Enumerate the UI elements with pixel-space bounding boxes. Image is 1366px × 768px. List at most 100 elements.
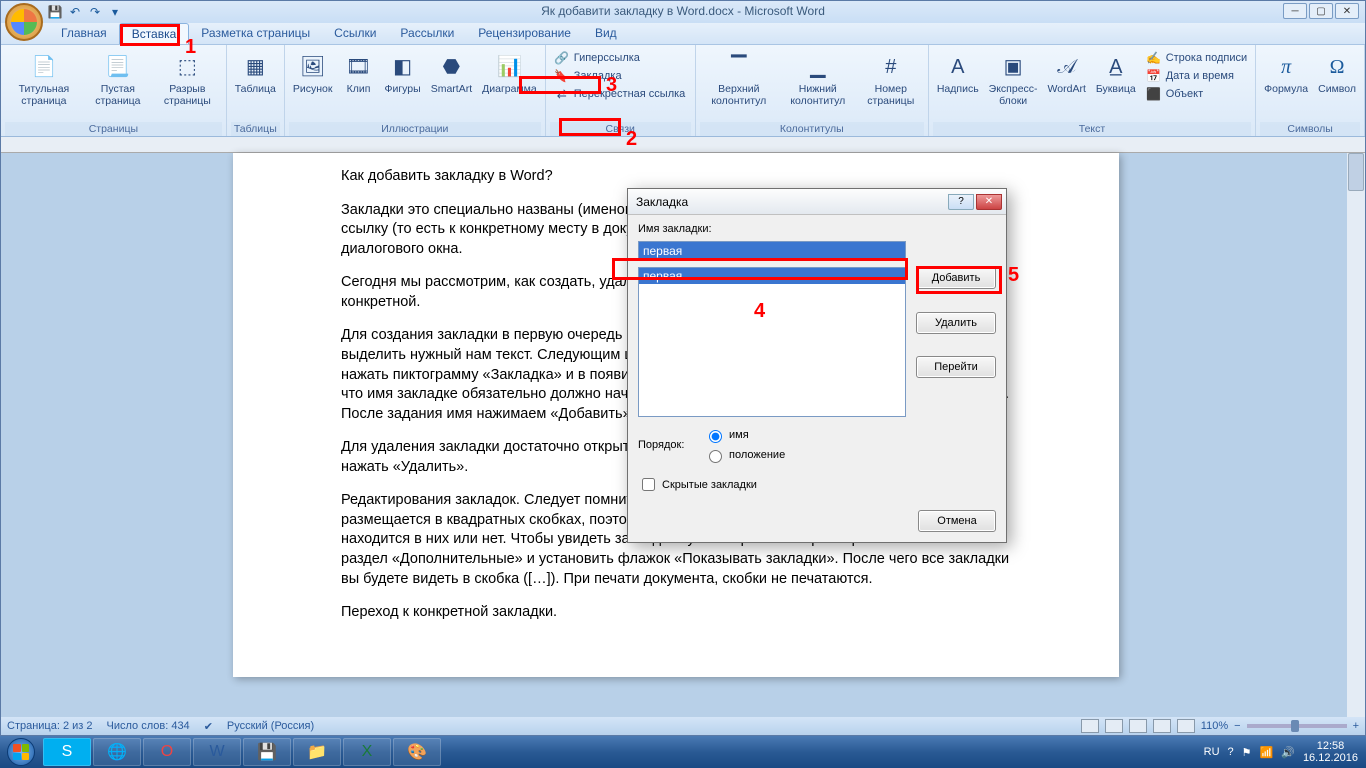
tab-review[interactable]: Рецензирование [466,23,583,44]
group-links-label: Связи [550,122,691,136]
redo-icon[interactable]: ↷ [87,4,103,20]
status-proof-icon[interactable]: ✔ [204,720,213,733]
tab-home[interactable]: Главная [49,23,119,44]
view-draft[interactable] [1177,719,1195,733]
horizontal-ruler[interactable] [1,137,1365,153]
group-symbols-label: Символы [1260,122,1360,136]
signature-button[interactable]: ✍Строка подписи [1142,49,1251,67]
picture-button[interactable]: 🖼Рисунок [289,49,337,98]
table-button[interactable]: ▦Таблица [231,49,280,98]
tray-flag-icon[interactable]: ⚑ [1242,746,1252,759]
zoom-handle[interactable] [1291,720,1299,732]
cross-ref-button[interactable]: ⇄Перекрестная ссылка [550,85,691,103]
goto-button[interactable]: Перейти [916,356,996,378]
smartart-button[interactable]: ⬣SmartArt [427,49,476,98]
view-outline[interactable] [1153,719,1171,733]
taskbar-paint[interactable]: 🎨 [393,738,441,766]
office-button[interactable] [5,3,43,41]
cancel-button[interactable]: Отмена [918,510,996,532]
object-button[interactable]: ⬛Объект [1142,85,1251,103]
taskbar-explorer[interactable]: 📁 [293,738,341,766]
annotation-label-3: 3 [606,74,617,97]
clip-button[interactable]: 🎞Клип [339,49,379,98]
taskbar-save[interactable]: 💾 [243,738,291,766]
tray-volume-icon[interactable]: 🔊 [1281,746,1295,759]
datetime-button[interactable]: 📅Дата и время [1142,67,1251,85]
textbox-icon: A [942,51,974,83]
taskbar: S 🌐 O W 💾 📁 X 🎨 RU ? ⚑ 📶 🔊 12:5816.12.20… [0,736,1366,768]
footer-button[interactable]: ▁Нижний колонтитул [780,49,856,109]
hidden-bookmarks-check[interactable]: Скрытые закладки [638,473,996,496]
equation-button[interactable]: πФормула [1260,49,1312,98]
radio-position[interactable] [709,450,722,463]
wordart-button[interactable]: 𝒜WordArt [1044,49,1090,98]
dialog-title: Закладка [636,195,688,209]
view-web-layout[interactable] [1129,719,1147,733]
status-page[interactable]: Страница: 2 из 2 [7,720,93,733]
tray-help-icon[interactable]: ? [1228,746,1234,758]
cover-page-button[interactable]: 📄Титульная страница [5,49,83,109]
start-button[interactable] [0,736,42,768]
save-icon[interactable]: 💾 [47,4,63,20]
bookmark-name-input[interactable] [638,241,906,261]
group-symbols: πФормула ΩСимвол Символы [1256,45,1365,136]
list-item[interactable]: первая [639,268,905,284]
shapes-button[interactable]: ◧Фигуры [381,49,425,98]
dropcap-button[interactable]: A̲Буквица [1092,49,1140,98]
tray-clock[interactable]: 12:5816.12.2016 [1303,740,1358,764]
view-full-screen[interactable] [1105,719,1123,733]
bookmark-button[interactable]: 🔖Закладка [550,67,691,85]
taskbar-chrome[interactable]: 🌐 [93,738,141,766]
taskbar-opera[interactable]: O [143,738,191,766]
ribbon: 📄Титульная страница 📃Пустая страница ⬚Ра… [1,45,1365,137]
zoom-slider[interactable] [1247,724,1347,728]
tray-language[interactable]: RU [1204,746,1220,758]
blank-page-button[interactable]: 📃Пустая страница [85,49,151,109]
header-icon: ▔ [723,51,755,83]
pagenum-button[interactable]: #Номер страницы [858,49,924,109]
add-button[interactable]: Добавить [916,267,996,289]
status-language[interactable]: Русский (Россия) [227,720,314,733]
view-print-layout[interactable] [1081,719,1099,733]
radio-name[interactable] [709,430,722,443]
vertical-scrollbar[interactable] [1347,153,1365,717]
tab-insert[interactable]: Вставка [119,23,190,44]
zoom-in-button[interactable]: + [1353,720,1359,732]
hyperlink-button[interactable]: 🔗Гиперссылка [550,49,691,67]
bookmark-list[interactable]: первая [638,267,906,417]
tab-page-layout[interactable]: Разметка страницы [189,23,322,44]
qat-dropdown-icon[interactable]: ▾ [107,4,123,20]
tab-mailings[interactable]: Рассылки [388,23,466,44]
minimize-button[interactable]: ─ [1283,3,1307,19]
maximize-button[interactable]: ▢ [1309,3,1333,19]
quickparts-button[interactable]: ▣Экспресс-блоки [985,49,1042,109]
dialog-close-button[interactable]: ✕ [976,194,1002,210]
group-headerfooter-label: Колонтитулы [700,122,924,136]
zoom-level[interactable]: 110% [1201,720,1228,732]
bookmark-icon: 🔖 [554,68,570,84]
zoom-out-button[interactable]: − [1234,720,1240,732]
taskbar-excel[interactable]: X [343,738,391,766]
symbol-button[interactable]: ΩСимвол [1314,49,1360,98]
header-button[interactable]: ▔Верхний колонтитул [700,49,778,109]
dialog-help-button[interactable]: ? [948,194,974,210]
taskbar-skype[interactable]: S [43,738,91,766]
status-words[interactable]: Число слов: 434 [107,720,190,733]
scroll-thumb[interactable] [1348,153,1364,191]
dialog-titlebar[interactable]: Закладка ? ✕ [628,189,1006,215]
chart-button[interactable]: 📊Диаграмма [478,49,541,98]
hidden-checkbox[interactable] [642,478,655,491]
delete-button[interactable]: Удалить [916,312,996,334]
group-tables: ▦Таблица Таблицы [227,45,285,136]
undo-icon[interactable]: ↶ [67,4,83,20]
sort-by-name[interactable]: имя [704,427,785,443]
tab-references[interactable]: Ссылки [322,23,388,44]
textbox-button[interactable]: AНадпись [933,49,983,98]
tab-view[interactable]: Вид [583,23,629,44]
sort-by-position[interactable]: положение [704,447,785,463]
bookmark-name-label: Имя закладки: [638,223,996,235]
doc-paragraph: Как добавить закладку в Word? [341,167,1011,187]
close-button[interactable]: ✕ [1335,3,1359,19]
tray-network-icon[interactable]: 📶 [1260,746,1274,759]
taskbar-word[interactable]: W [193,738,241,766]
